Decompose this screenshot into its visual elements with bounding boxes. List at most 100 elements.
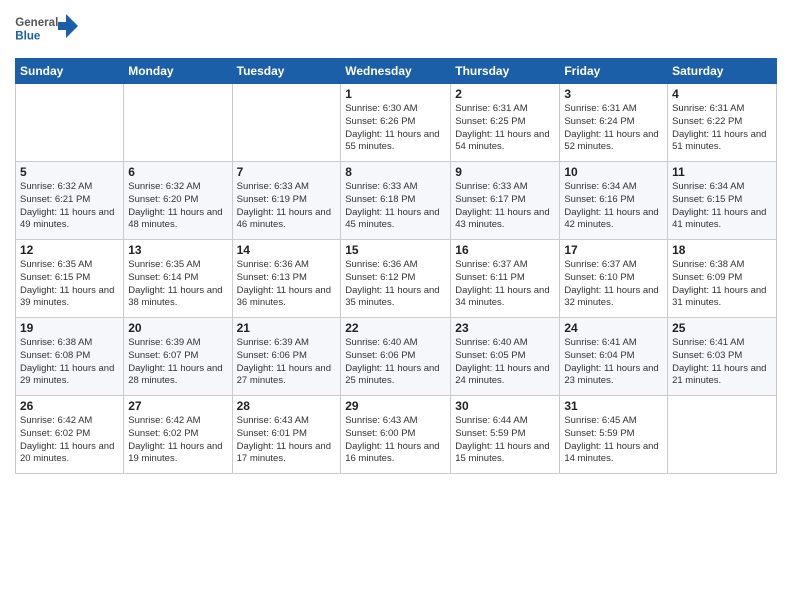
- cell-info: Sunrise: 6:31 AM Sunset: 6:22 PM Dayligh…: [672, 103, 772, 154]
- calendar-cell: 9 Sunrise: 6:33 AM Sunset: 6:17 PM Daylig…: [451, 162, 560, 240]
- calendar-cell: 26 Sunrise: 6:42 AM Sunset: 6:02 PM Dayli…: [16, 396, 124, 474]
- day-number: 30: [455, 399, 555, 413]
- calendar-cell: 12 Sunrise: 6:35 AM Sunset: 6:15 PM Dayli…: [16, 240, 124, 318]
- cell-info: Sunrise: 6:40 AM Sunset: 6:06 PM Dayligh…: [345, 337, 446, 388]
- calendar-cell: 28Sunrise: 6:43 AM Sunset: 6:01 PM Dayli…: [232, 396, 341, 474]
- cell-info: Sunrise: 6:30 AM Sunset: 6:26 PM Dayligh…: [345, 103, 446, 154]
- day-number: 22: [345, 321, 446, 335]
- day-number: 29: [345, 399, 446, 413]
- calendar-cell: 11Sunrise: 6:34 AM Sunset: 6:15 PM Dayli…: [668, 162, 777, 240]
- calendar-cell: [124, 84, 232, 162]
- cell-info: Sunrise: 6:33 AM Sunset: 6:19 PM Dayligh…: [237, 181, 337, 232]
- calendar-cell: 25Sunrise: 6:41 AM Sunset: 6:03 PM Dayli…: [668, 318, 777, 396]
- calendar-cell: 16 Sunrise: 6:37 AM Sunset: 6:11 PM Dayli…: [451, 240, 560, 318]
- calendar-cell: 29 Sunrise: 6:43 AM Sunset: 6:00 PM Dayli…: [341, 396, 451, 474]
- calendar-week-1: 5 Sunrise: 6:32 AM Sunset: 6:21 PM Daylig…: [16, 162, 777, 240]
- logo: General Blue: [15, 10, 80, 50]
- cell-info: Sunrise: 6:43 AM Sunset: 6:00 PM Dayligh…: [345, 415, 446, 466]
- day-number: 20: [128, 321, 227, 335]
- calendar-cell: 24 Sunrise: 6:41 AM Sunset: 6:04 PM Dayli…: [560, 318, 668, 396]
- day-number: 15: [345, 243, 446, 257]
- cell-info: Sunrise: 6:39 AM Sunset: 6:07 PM Dayligh…: [128, 337, 227, 388]
- calendar-cell: 3 Sunrise: 6:31 AM Sunset: 6:24 PM Daylig…: [560, 84, 668, 162]
- calendar-cell: 21 Sunrise: 6:39 AM Sunset: 6:06 PM Dayli…: [232, 318, 341, 396]
- calendar-cell: 31Sunrise: 6:45 AM Sunset: 5:59 PM Dayli…: [560, 396, 668, 474]
- cell-info: Sunrise: 6:42 AM Sunset: 6:02 PM Dayligh…: [128, 415, 227, 466]
- cell-info: Sunrise: 6:36 AM Sunset: 6:13 PM Dayligh…: [237, 259, 337, 310]
- day-number: 16: [455, 243, 555, 257]
- calendar-cell: 22 Sunrise: 6:40 AM Sunset: 6:06 PM Dayli…: [341, 318, 451, 396]
- day-number: 26: [20, 399, 119, 413]
- day-number: 13: [128, 243, 227, 257]
- cell-info: Sunrise: 6:41 AM Sunset: 6:03 PM Dayligh…: [672, 337, 772, 388]
- col-header-tuesday: Tuesday: [232, 59, 341, 84]
- calendar-cell: 4 Sunrise: 6:31 AM Sunset: 6:22 PM Daylig…: [668, 84, 777, 162]
- col-header-wednesday: Wednesday: [341, 59, 451, 84]
- col-header-monday: Monday: [124, 59, 232, 84]
- logo-arrow-icon: [52, 12, 80, 40]
- day-number: 7: [237, 165, 337, 179]
- day-number: 21: [237, 321, 337, 335]
- col-header-saturday: Saturday: [668, 59, 777, 84]
- cell-info: Sunrise: 6:41 AM Sunset: 6:04 PM Dayligh…: [564, 337, 663, 388]
- day-number: 14: [237, 243, 337, 257]
- cell-info: Sunrise: 6:38 AM Sunset: 6:09 PM Dayligh…: [672, 259, 772, 310]
- cell-info: Sunrise: 6:32 AM Sunset: 6:21 PM Dayligh…: [20, 181, 119, 232]
- day-number: 9: [455, 165, 555, 179]
- calendar-week-2: 12 Sunrise: 6:35 AM Sunset: 6:15 PM Dayli…: [16, 240, 777, 318]
- calendar-cell: 27Sunrise: 6:42 AM Sunset: 6:02 PM Dayli…: [124, 396, 232, 474]
- day-number: 19: [20, 321, 119, 335]
- day-number: 23: [455, 321, 555, 335]
- calendar-cell: 6Sunrise: 6:32 AM Sunset: 6:20 PM Daylig…: [124, 162, 232, 240]
- cell-info: Sunrise: 6:42 AM Sunset: 6:02 PM Dayligh…: [20, 415, 119, 466]
- day-number: 2: [455, 87, 555, 101]
- cell-info: Sunrise: 6:37 AM Sunset: 6:11 PM Dayligh…: [455, 259, 555, 310]
- day-number: 24: [564, 321, 663, 335]
- day-number: 18: [672, 243, 772, 257]
- cell-info: Sunrise: 6:45 AM Sunset: 5:59 PM Dayligh…: [564, 415, 663, 466]
- day-number: 8: [345, 165, 446, 179]
- cell-info: Sunrise: 6:31 AM Sunset: 6:24 PM Dayligh…: [564, 103, 663, 154]
- calendar-week-4: 26 Sunrise: 6:42 AM Sunset: 6:02 PM Dayli…: [16, 396, 777, 474]
- cell-info: Sunrise: 6:39 AM Sunset: 6:06 PM Dayligh…: [237, 337, 337, 388]
- cell-info: Sunrise: 6:44 AM Sunset: 5:59 PM Dayligh…: [455, 415, 555, 466]
- calendar-cell: [16, 84, 124, 162]
- calendar-cell: 13 Sunrise: 6:35 AM Sunset: 6:14 PM Dayli…: [124, 240, 232, 318]
- cell-info: Sunrise: 6:38 AM Sunset: 6:08 PM Dayligh…: [20, 337, 119, 388]
- calendar-cell: [232, 84, 341, 162]
- calendar-table: SundayMondayTuesdayWednesdayThursdayFrid…: [15, 58, 777, 474]
- cell-info: Sunrise: 6:36 AM Sunset: 6:12 PM Dayligh…: [345, 259, 446, 310]
- col-header-friday: Friday: [560, 59, 668, 84]
- col-header-sunday: Sunday: [16, 59, 124, 84]
- calendar-cell: 2 Sunrise: 6:31 AM Sunset: 6:25 PM Daylig…: [451, 84, 560, 162]
- day-number: 11: [672, 165, 772, 179]
- calendar-cell: 30 Sunrise: 6:44 AM Sunset: 5:59 PM Dayli…: [451, 396, 560, 474]
- day-number: 3: [564, 87, 663, 101]
- cell-info: Sunrise: 6:31 AM Sunset: 6:25 PM Dayligh…: [455, 103, 555, 154]
- calendar-cell: 8 Sunrise: 6:33 AM Sunset: 6:18 PM Daylig…: [341, 162, 451, 240]
- calendar-cell: 5 Sunrise: 6:32 AM Sunset: 6:21 PM Daylig…: [16, 162, 124, 240]
- day-number: 6: [128, 165, 227, 179]
- calendar-cell: 17Sunrise: 6:37 AM Sunset: 6:10 PM Dayli…: [560, 240, 668, 318]
- calendar-cell: 18 Sunrise: 6:38 AM Sunset: 6:09 PM Dayli…: [668, 240, 777, 318]
- cell-info: Sunrise: 6:33 AM Sunset: 6:18 PM Dayligh…: [345, 181, 446, 232]
- day-number: 1: [345, 87, 446, 101]
- cell-info: Sunrise: 6:40 AM Sunset: 6:05 PM Dayligh…: [455, 337, 555, 388]
- day-number: 17: [564, 243, 663, 257]
- day-number: 10: [564, 165, 663, 179]
- header: General Blue: [15, 10, 777, 50]
- day-number: 5: [20, 165, 119, 179]
- calendar-cell: 14 Sunrise: 6:36 AM Sunset: 6:13 PM Dayli…: [232, 240, 341, 318]
- calendar-cell: [668, 396, 777, 474]
- cell-info: Sunrise: 6:35 AM Sunset: 6:15 PM Dayligh…: [20, 259, 119, 310]
- day-number: 28: [237, 399, 337, 413]
- cell-info: Sunrise: 6:35 AM Sunset: 6:14 PM Dayligh…: [128, 259, 227, 310]
- calendar-cell: 7 Sunrise: 6:33 AM Sunset: 6:19 PM Daylig…: [232, 162, 341, 240]
- col-header-thursday: Thursday: [451, 59, 560, 84]
- calendar-cell: 23 Sunrise: 6:40 AM Sunset: 6:05 PM Dayli…: [451, 318, 560, 396]
- calendar-cell: 19 Sunrise: 6:38 AM Sunset: 6:08 PM Dayli…: [16, 318, 124, 396]
- day-number: 4: [672, 87, 772, 101]
- calendar-cell: 1 Sunrise: 6:30 AM Sunset: 6:26 PM Daylig…: [341, 84, 451, 162]
- day-number: 12: [20, 243, 119, 257]
- cell-info: Sunrise: 6:33 AM Sunset: 6:17 PM Dayligh…: [455, 181, 555, 232]
